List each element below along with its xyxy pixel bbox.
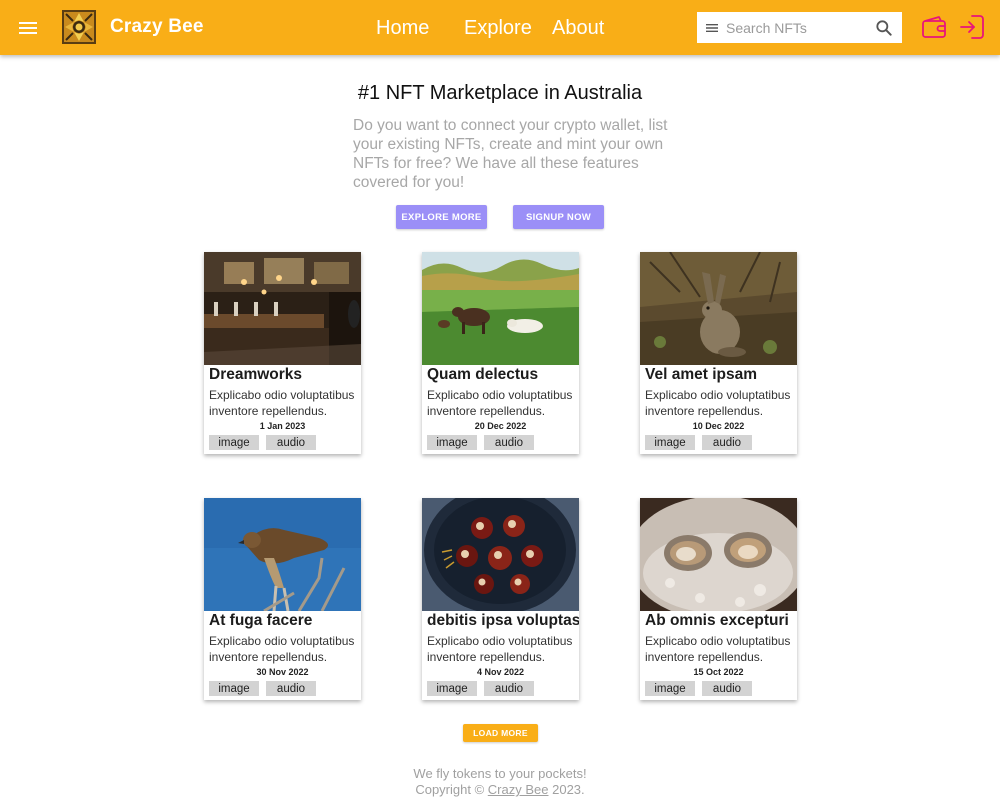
card-description: Explicabo odio voluptatibus inventore re… — [209, 634, 355, 664]
card-title: debitis ipsa voluptas — [427, 612, 579, 629]
tag-audio: audio — [484, 681, 534, 696]
card-date: 20 Dec 2022 — [474, 421, 527, 431]
tag-image: image — [645, 435, 695, 450]
card-title: Dreamworks — [209, 366, 303, 383]
footer: We fly tokens to your pockets! Copyright… — [0, 766, 1000, 798]
nav-about[interactable]: About — [552, 17, 604, 40]
search-icon[interactable] — [874, 18, 894, 38]
hero-title: #1 NFT Marketplace in Australia — [357, 82, 643, 104]
nft-card[interactable]: Vel amet ipsam Explicabo odio voluptatib… — [640, 252, 797, 454]
nav-explore[interactable]: Explore — [464, 17, 532, 40]
nft-card[interactable]: Ab omnis excepturi Explicabo odio volupt… — [640, 498, 797, 700]
nft-card[interactable]: Quam delectus Explicabo odio voluptatibu… — [422, 252, 579, 454]
nft-image-chestnuts — [422, 498, 579, 611]
card-title: At fuga facere — [209, 612, 313, 629]
tag-image: image — [427, 435, 477, 450]
card-description: Explicabo odio voluptatibus inventore re… — [427, 634, 573, 664]
nft-image-hawk — [204, 498, 361, 611]
tag-audio: audio — [266, 681, 316, 696]
card-title: Ab omnis excepturi — [645, 612, 789, 629]
nft-card[interactable]: At fuga facere Explicabo odio voluptatib… — [204, 498, 361, 700]
login-icon[interactable] — [958, 13, 986, 41]
tag-image: image — [209, 435, 259, 450]
copyright-prefix: Copyright © — [415, 782, 485, 797]
search-menu-icon — [706, 23, 718, 32]
nft-image-bar-interior — [204, 252, 361, 365]
tag-audio: audio — [702, 681, 752, 696]
copyright-year: 2023. — [552, 782, 585, 797]
card-date: 1 Jan 2023 — [259, 421, 306, 431]
hero-description: Do you want to connect your crypto walle… — [353, 117, 668, 191]
nft-image-cows-field — [422, 252, 579, 365]
tag-image: image — [209, 681, 259, 696]
card-date: 10 Dec 2022 — [692, 421, 745, 431]
card-date: 4 Nov 2022 — [476, 667, 525, 677]
nft-card[interactable]: debitis ipsa voluptas Explicabo odio vol… — [422, 498, 579, 700]
card-title: Vel amet ipsam — [645, 366, 758, 383]
tag-image: image — [427, 681, 477, 696]
nft-image-hare — [640, 252, 797, 365]
card-description: Explicabo odio voluptatibus inventore re… — [209, 388, 355, 418]
tag-audio: audio — [484, 435, 534, 450]
app-bar: Crazy Bee Home Explore About — [0, 0, 1000, 55]
footer-copyright: Copyright © Crazy Bee 2023. — [0, 782, 1000, 798]
load-more-button[interactable]: LOAD MORE — [463, 724, 538, 742]
search-bar — [697, 12, 902, 43]
tag-audio: audio — [266, 435, 316, 450]
card-description: Explicabo odio voluptatibus inventore re… — [645, 634, 791, 664]
tag-image: image — [645, 681, 695, 696]
menu-icon[interactable] — [16, 16, 40, 40]
card-date: 15 Oct 2022 — [693, 667, 744, 677]
nft-image-oysters — [640, 498, 797, 611]
bee-logo[interactable] — [62, 10, 96, 44]
explore-more-button[interactable]: EXPLORE MORE — [396, 205, 487, 229]
card-title: Quam delectus — [427, 366, 539, 383]
search-input[interactable] — [726, 15, 866, 40]
card-description: Explicabo odio voluptatibus inventore re… — [645, 388, 791, 418]
nft-card[interactable]: Dreamworks Explicabo odio voluptatibus i… — [204, 252, 361, 454]
brand-name[interactable]: Crazy Bee — [110, 16, 204, 38]
footer-tagline: We fly tokens to your pockets! — [413, 766, 587, 781]
tag-audio: audio — [702, 435, 752, 450]
signup-now-button[interactable]: SIGNUP NOW — [513, 205, 604, 229]
wallet-icon[interactable] — [920, 13, 948, 41]
footer-brand-link[interactable]: Crazy Bee — [488, 782, 549, 797]
nav-home[interactable]: Home — [376, 17, 429, 40]
card-description: Explicabo odio voluptatibus inventore re… — [427, 388, 573, 418]
card-date: 30 Nov 2022 — [256, 667, 309, 677]
